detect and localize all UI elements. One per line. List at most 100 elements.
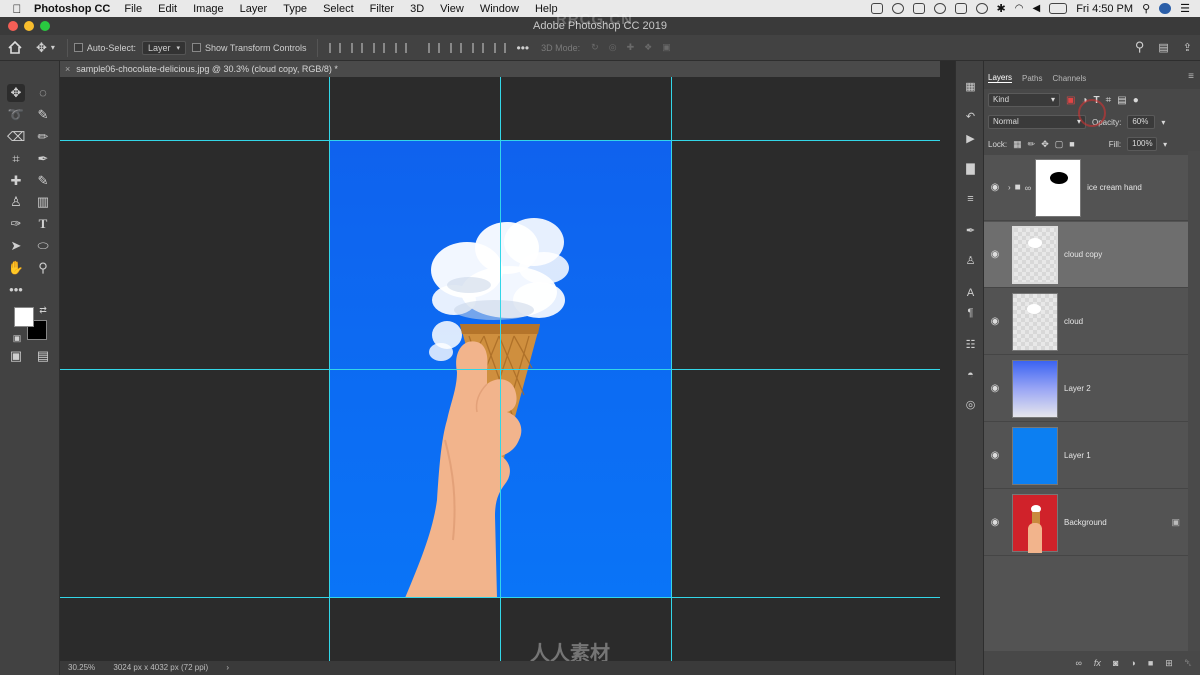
lock-all-icon[interactable]: ■ — [1069, 139, 1074, 149]
close-document-icon[interactable]: × — [65, 64, 70, 74]
dropbox-icon[interactable] — [870, 3, 883, 14]
eraser-tool-icon[interactable]: ⌫ — [7, 128, 25, 146]
eyedropper-tool-icon[interactable]: ✒ — [34, 150, 52, 168]
bluetooth-icon[interactable]: ✱ — [997, 2, 1006, 15]
character-panel-icon[interactable]: A — [963, 287, 978, 300]
screen-record-icon[interactable] — [912, 3, 925, 14]
menu-select[interactable]: Select — [315, 3, 362, 15]
quick-mask-icon[interactable]: ▣ — [7, 347, 25, 365]
quick-selection-tool-icon[interactable]: ✎ — [34, 106, 52, 124]
brush-tool-icon[interactable]: ✏ — [34, 128, 52, 146]
grid-panel-icon[interactable]: ▦ — [963, 81, 978, 94]
chevron-down-icon[interactable]: ▾ — [1163, 140, 1167, 149]
layer-row-layer-2[interactable]: ◉ Layer 2 — [984, 356, 1188, 422]
paragraph-panel-icon[interactable]: ¶ — [963, 307, 978, 320]
visibility-eye-icon[interactable]: ◉ — [984, 383, 1006, 394]
volume-icon[interactable]: ◀ — [1033, 3, 1041, 14]
visibility-eye-icon[interactable]: ◉ — [984, 182, 1006, 193]
workspace-icon[interactable]: ▤ — [1158, 41, 1168, 54]
screen-mode-icon[interactable]: ▤ — [34, 347, 52, 365]
lock-artboard-icon[interactable]: ▢ — [1055, 139, 1064, 150]
creative-cloud-icon[interactable] — [891, 3, 904, 14]
notification-center-icon[interactable]: ☰ — [1180, 2, 1190, 15]
menu-window[interactable]: Window — [472, 3, 527, 15]
default-colors-icon[interactable]: ▣ — [8, 329, 26, 347]
app-menu[interactable]: Photoshop CC — [34, 3, 116, 15]
zoom-level[interactable]: 30.25% — [68, 663, 95, 672]
distribute-vertical-icon[interactable] — [493, 42, 506, 53]
healing-brush-tool-icon[interactable]: ✚ — [7, 172, 25, 190]
layer-name[interactable]: Background — [1064, 518, 1107, 527]
auto-select-dropdown[interactable]: Layer ▾ — [141, 40, 186, 55]
pen-tool-icon[interactable]: ✑ — [7, 215, 25, 233]
lock-transparent-icon[interactable]: ▦ — [1013, 139, 1022, 150]
wifi-icon[interactable]: ◠ — [1015, 3, 1024, 14]
chevron-right-icon[interactable]: › — [226, 663, 229, 672]
layer-name[interactable]: cloud copy — [1064, 250, 1102, 259]
layer-name[interactable]: Layer 1 — [1064, 451, 1091, 460]
move-tool-preset-icon[interactable]: ✥ — [36, 40, 47, 56]
menu-type[interactable]: Type — [275, 3, 315, 15]
link-layers-icon[interactable]: ∞ — [1076, 658, 1082, 668]
crop-tool-icon[interactable]: ⌗ — [7, 150, 25, 168]
group-expand-chevron-icon[interactable]: › — [1008, 183, 1011, 192]
visibility-eye-icon[interactable]: ◉ — [984, 450, 1006, 461]
layer-row-ice-cream-hand[interactable]: ◉ › ■ ∞ ice cream hand — [984, 155, 1188, 221]
display-icon[interactable] — [954, 3, 967, 14]
menu-edit[interactable]: Edit — [150, 3, 185, 15]
3d-panel-icon[interactable]: ◓ — [963, 369, 978, 382]
zoom-tool-icon[interactable]: ⚲ — [34, 259, 52, 277]
layer-row-cloud-copy[interactable]: ◉ cloud copy — [984, 222, 1188, 288]
clock[interactable]: Fri 4:50 PM — [1076, 3, 1133, 15]
clone-source-panel-icon[interactable]: ♙ — [963, 255, 978, 268]
tab-channels[interactable]: Channels — [1052, 74, 1086, 83]
panel-menu-icon[interactable]: ≡ — [1188, 71, 1194, 82]
align-hcenter-icon[interactable] — [350, 42, 363, 53]
layer-lock-icon[interactable]: ▣ — [1171, 517, 1180, 528]
filter-shape-icon[interactable]: ⌗ — [1106, 95, 1112, 106]
layer-row-layer-1[interactable]: ◉ Layer 1 — [984, 423, 1188, 489]
align-right-icon[interactable] — [372, 42, 385, 53]
align-bottom-icon[interactable] — [471, 42, 484, 53]
chevron-down-icon[interactable]: ▾ — [1161, 118, 1165, 127]
tab-layers[interactable]: Layers — [988, 73, 1013, 83]
filter-smart-object-icon[interactable]: ▤ — [1117, 95, 1126, 106]
layer-row-cloud[interactable]: ◉ cloud — [984, 289, 1188, 355]
lock-position-icon[interactable]: ✥ — [1041, 139, 1049, 150]
layer-name[interactable]: Layer 2 — [1064, 384, 1091, 393]
menu-image[interactable]: Image — [185, 3, 232, 15]
apple-icon[interactable]:  — [0, 2, 34, 16]
layer-name[interactable]: ice cream hand — [1087, 183, 1142, 192]
histogram-panel-icon[interactable]: ▇ — [963, 163, 978, 176]
home-button[interactable] — [0, 35, 30, 61]
edit-toolbar-icon[interactable]: ••• — [7, 281, 25, 299]
layer-name[interactable]: cloud — [1064, 317, 1083, 326]
battery-icon[interactable] — [1049, 3, 1068, 14]
lock-image-icon[interactable]: ✏ — [1028, 139, 1036, 150]
chevron-down-icon[interactable]: ▾ — [51, 43, 55, 52]
skype-icon[interactable] — [933, 3, 946, 14]
visibility-eye-icon[interactable]: ◉ — [984, 249, 1006, 260]
canvas-area[interactable]: 人人素材 — [60, 77, 940, 661]
menu-filter[interactable]: Filter — [362, 3, 402, 15]
swap-colors-icon[interactable]: ⇄ — [34, 301, 52, 319]
brushes-panel-icon[interactable]: ✒ — [963, 225, 978, 238]
filter-toggle-icon[interactable]: ● — [1133, 95, 1139, 106]
pencil-tool-icon[interactable]: ✎ — [34, 172, 52, 190]
hand-tool-icon[interactable]: ✋ — [7, 259, 25, 277]
auto-select-checkbox[interactable] — [73, 43, 83, 52]
path-selection-tool-icon[interactable]: ➤ — [7, 237, 25, 255]
filter-pixel-icon[interactable]: ▣ — [1066, 95, 1075, 106]
menu-3d[interactable]: 3D — [402, 3, 432, 15]
share-icon[interactable]: ⇪ — [1183, 41, 1192, 54]
show-transform-checkbox[interactable] — [191, 43, 201, 52]
new-layer-icon[interactable]: ⊞ — [1165, 658, 1173, 669]
guide-horizontal-2[interactable] — [60, 369, 940, 370]
type-tool-icon[interactable]: T — [34, 215, 52, 233]
menu-view[interactable]: View — [432, 3, 472, 15]
marquee-tool-icon[interactable]: ◌ — [34, 84, 52, 102]
foreground-color-swatch[interactable] — [14, 307, 34, 327]
adjustments-panel-icon[interactable]: ≡ — [963, 193, 978, 206]
add-mask-icon[interactable]: ◙ — [1113, 658, 1118, 668]
align-left-icon[interactable] — [328, 42, 341, 53]
